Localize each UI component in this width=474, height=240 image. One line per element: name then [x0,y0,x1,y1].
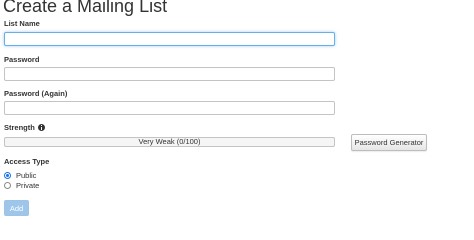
access-type-label: Access Type [4,157,50,166]
strength-text: Very Weak (0/100) [138,137,201,146]
password-again-label: Password (Again) [4,89,68,98]
password-input[interactable] [4,67,335,81]
strength-label-row: Strength [4,123,45,132]
private-radio[interactable] [4,182,11,189]
public-radio[interactable] [4,172,11,179]
access-type-public-option[interactable]: Public [4,171,36,180]
password-again-input[interactable] [4,101,335,115]
list-name-label: List Name [4,19,40,28]
access-type-private-option[interactable]: Private [4,181,39,190]
public-radio-label[interactable]: Public [16,171,36,180]
info-icon[interactable] [37,124,45,131]
password-label: Password [4,55,40,64]
strength-meter: Very Weak (0/100) [4,137,335,147]
list-name-input[interactable] [4,32,335,46]
private-radio-label[interactable]: Private [16,181,39,190]
strength-label: Strength [4,123,35,132]
password-generator-button[interactable]: Password Generator [351,134,427,151]
add-button[interactable]: Add [4,200,29,216]
page-title: Create a Mailing List [3,0,168,16]
